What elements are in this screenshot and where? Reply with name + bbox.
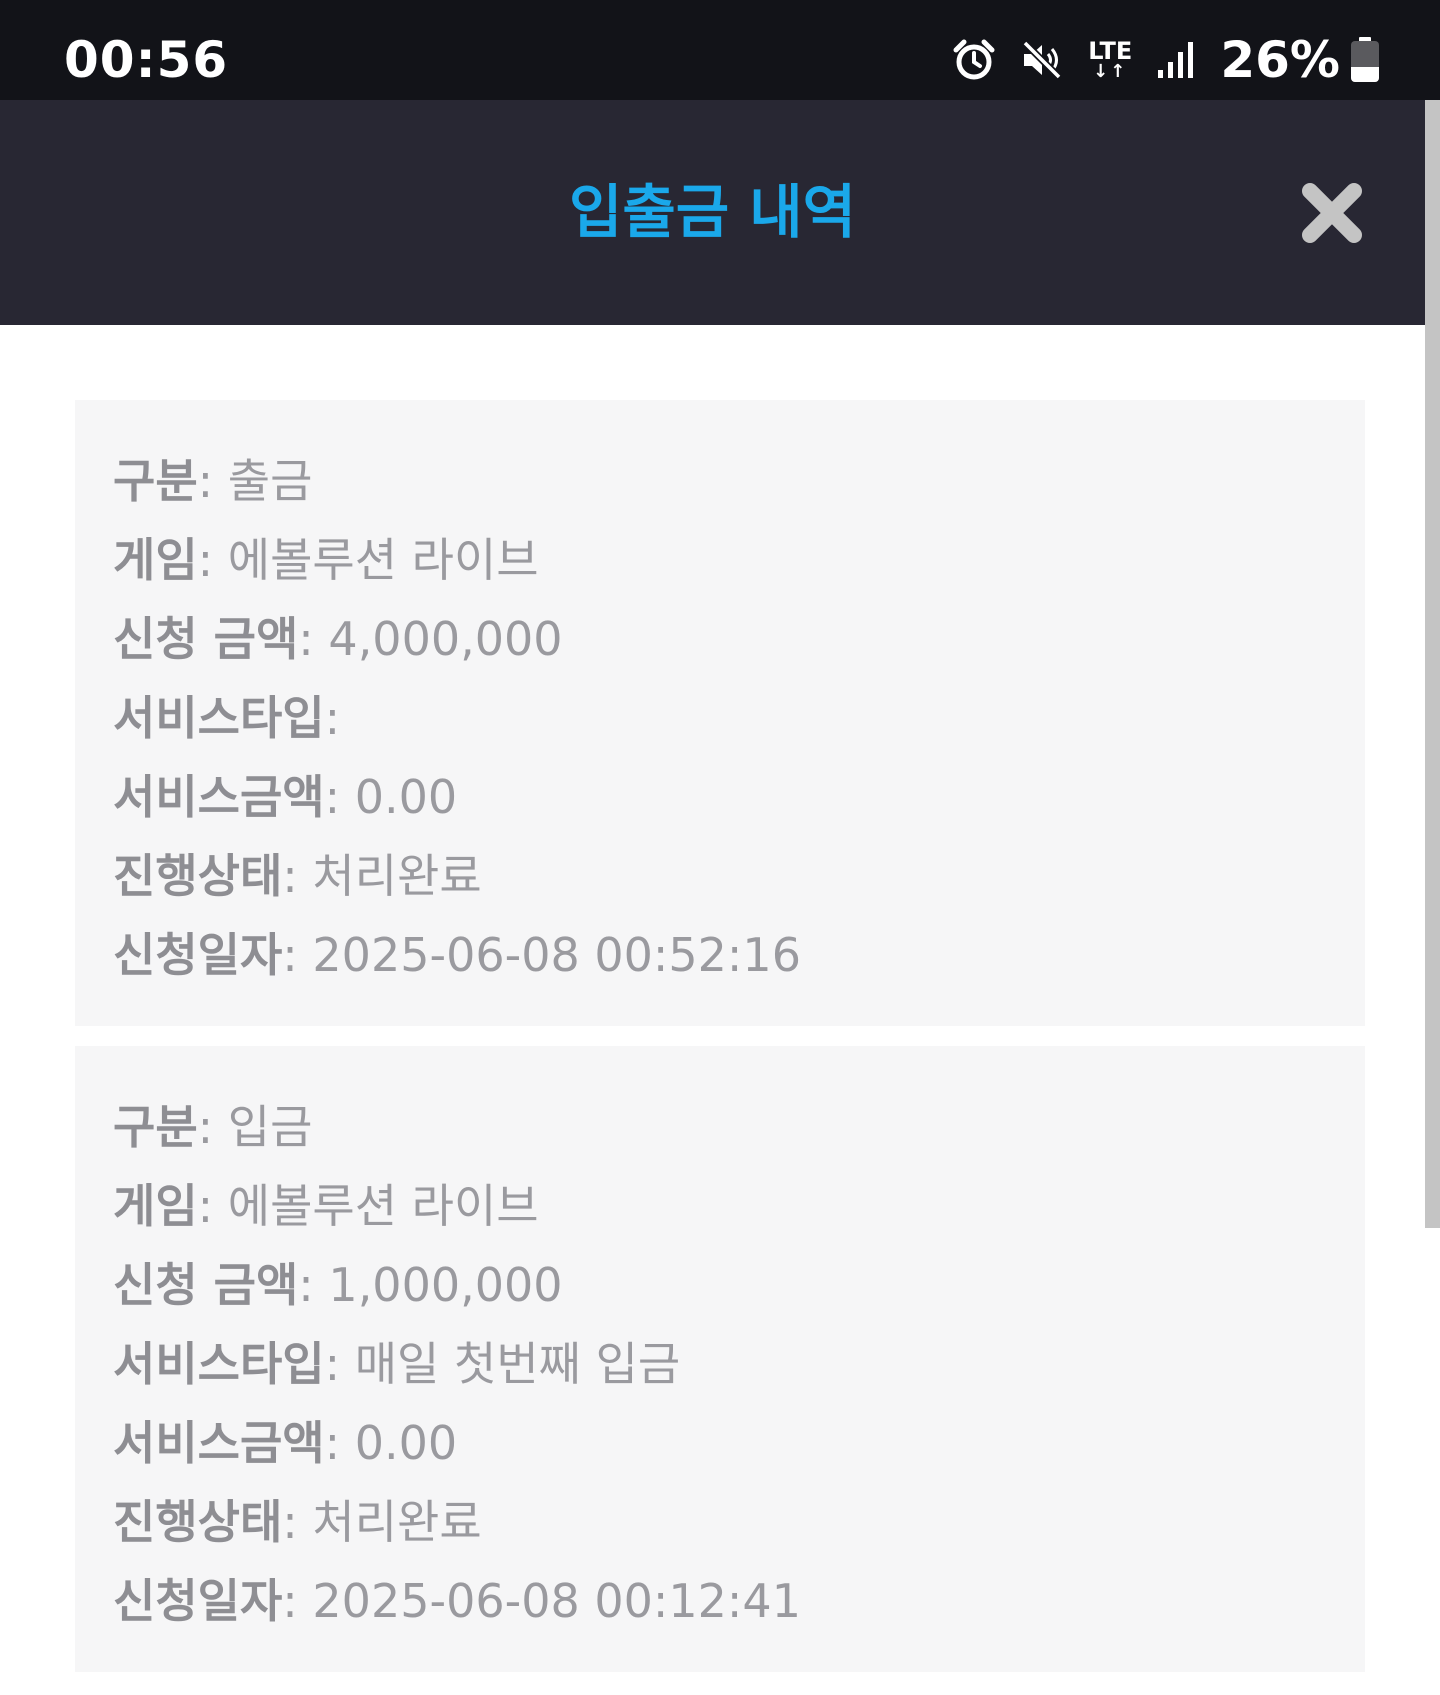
status-label: 진행상태 xyxy=(113,849,283,903)
row-amount: 신청 금액: 1,000,000 xyxy=(113,1246,1365,1325)
game-value: 에볼루션 라이브 xyxy=(227,1179,539,1233)
date-value: 2025-06-08 00:12:41 xyxy=(312,1574,801,1628)
status-value: 처리완료 xyxy=(312,849,482,903)
row-status: 진행상태: 처리완료 xyxy=(113,1483,1365,1562)
date-label: 신청일자 xyxy=(113,1574,283,1628)
alarm-icon xyxy=(952,38,996,82)
row-status: 진행상태: 처리완료 xyxy=(113,837,1365,916)
service-type-value: 매일 첫번째 입금 xyxy=(354,1337,681,1391)
battery-percent: 26% xyxy=(1220,31,1340,89)
service-type-label: 서비스타입 xyxy=(113,691,325,745)
close-button[interactable] xyxy=(1301,182,1363,244)
battery-icon xyxy=(1350,37,1380,83)
amount-label: 신청 금액 xyxy=(113,1258,299,1312)
game-label: 게임 xyxy=(113,533,198,587)
separator: : xyxy=(197,1179,228,1233)
amount-value: 4,000,000 xyxy=(328,612,563,666)
service-amount-value: 0.00 xyxy=(354,1416,458,1470)
separator: : xyxy=(197,533,228,587)
status-value: 처리완료 xyxy=(312,1495,482,1549)
row-game: 게임: 에볼루션 라이브 xyxy=(113,521,1365,600)
data-arrows-icon: ↓↑ xyxy=(1093,61,1128,82)
separator: : xyxy=(324,691,341,745)
transaction-card: 구분: 입금 게임: 에볼루션 라이브 신청 금액: 1,000,000 서비스… xyxy=(75,1046,1365,1672)
status-label: 진행상태 xyxy=(113,1495,283,1549)
row-amount: 신청 금액: 4,000,000 xyxy=(113,600,1365,679)
transaction-card: 구분: 출금 게임: 에볼루션 라이브 신청 금액: 4,000,000 서비스… xyxy=(75,400,1365,1026)
separator: : xyxy=(298,1258,329,1312)
separator: : xyxy=(324,770,355,824)
separator: : xyxy=(282,1495,313,1549)
separator: : xyxy=(282,849,313,903)
modal-header: 입출금 내역 xyxy=(0,100,1425,325)
row-service-amount: 서비스금액: 0.00 xyxy=(113,758,1365,837)
row-date: 신청일자: 2025-06-08 00:52:16 xyxy=(113,916,1365,995)
amount-label: 신청 금액 xyxy=(113,612,299,666)
service-amount-label: 서비스금액 xyxy=(113,770,325,824)
game-label: 게임 xyxy=(113,1179,198,1233)
row-service-type: 서비스타입: xyxy=(113,679,1365,758)
row-service-type: 서비스타입: 매일 첫번째 입금 xyxy=(113,1325,1365,1404)
row-date: 신청일자: 2025-06-08 00:12:41 xyxy=(113,1562,1365,1641)
row-type: 구분: 출금 xyxy=(113,442,1365,521)
separator: : xyxy=(282,928,313,982)
page-title: 입출금 내역 xyxy=(569,178,856,246)
row-game: 게임: 에볼루션 라이브 xyxy=(113,1167,1365,1246)
game-value: 에볼루션 라이브 xyxy=(227,533,539,587)
separator: : xyxy=(282,1574,313,1628)
amount-value: 1,000,000 xyxy=(328,1258,563,1312)
status-time: 00:56 xyxy=(64,31,229,89)
close-icon xyxy=(1302,183,1362,243)
scrollbar[interactable] xyxy=(1425,100,1440,1228)
separator: : xyxy=(324,1416,355,1470)
status-icons: LTE ↓↑ 26% xyxy=(952,28,1380,92)
signal-icon xyxy=(1156,40,1196,80)
separator: : xyxy=(197,1100,228,1154)
date-label: 신청일자 xyxy=(113,928,283,982)
date-value: 2025-06-08 00:52:16 xyxy=(312,928,801,982)
transaction-list: 구분: 출금 게임: 에볼루션 라이브 신청 금액: 4,000,000 서비스… xyxy=(75,400,1365,1692)
separator: : xyxy=(298,612,329,666)
row-service-amount: 서비스금액: 0.00 xyxy=(113,1404,1365,1483)
row-type: 구분: 입금 xyxy=(113,1088,1365,1167)
type-value: 입금 xyxy=(227,1100,313,1154)
service-type-label: 서비스타입 xyxy=(113,1337,325,1391)
mute-icon xyxy=(1020,38,1064,82)
type-value: 출금 xyxy=(227,454,313,508)
separator: : xyxy=(324,1337,355,1391)
separator: : xyxy=(197,454,228,508)
status-bar: 00:56 LTE ↓↑ 26% xyxy=(0,0,1440,100)
lte-icon: LTE ↓↑ xyxy=(1088,39,1132,81)
service-amount-label: 서비스금액 xyxy=(113,1416,325,1470)
lte-label: LTE xyxy=(1088,37,1133,65)
service-amount-value: 0.00 xyxy=(354,770,458,824)
type-label: 구분 xyxy=(113,454,198,508)
type-label: 구분 xyxy=(113,1100,198,1154)
